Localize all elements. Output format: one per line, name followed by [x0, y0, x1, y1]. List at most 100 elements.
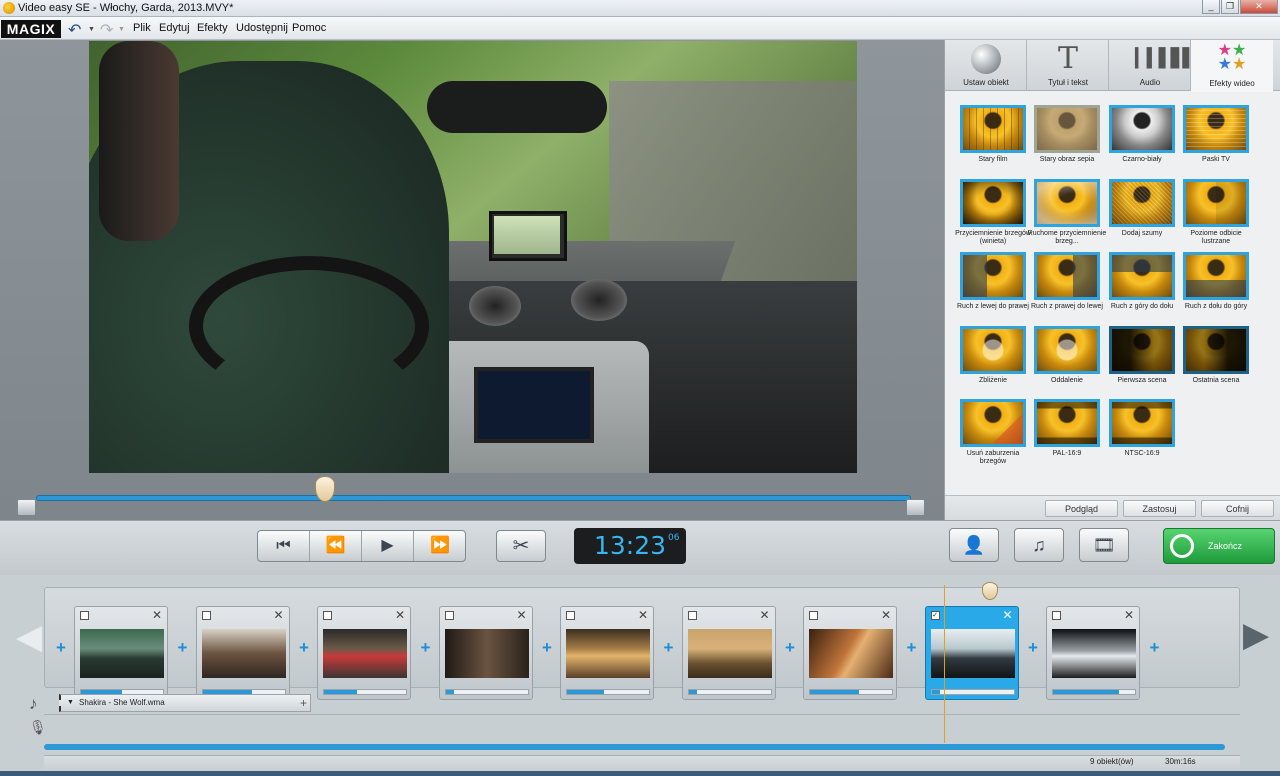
tab-tytul-i-tekst[interactable]: T Tytuł i tekst	[1027, 40, 1109, 91]
tab-ustaw-obiekt[interactable]: Ustaw obiekt	[945, 40, 1027, 91]
clip-checkbox[interactable]	[80, 611, 89, 620]
insert-transition-icon[interactable]: +	[54, 639, 68, 656]
clip-checkbox[interactable]: ✓	[930, 611, 940, 620]
effect-tile[interactable]: Czarno-biały	[1102, 105, 1176, 177]
apply-button[interactable]: Zastosuj	[1123, 500, 1196, 517]
effect-tile[interactable]: PAL-16:9	[1027, 399, 1101, 471]
finish-editing-button[interactable]: Zakończ montaż	[1163, 528, 1275, 585]
clip-thumbnail	[1052, 629, 1136, 678]
clip-delete-icon[interactable]: ✕	[516, 608, 526, 622]
timeline-scrollbar[interactable]	[44, 744, 1225, 750]
insert-transition-icon[interactable]: +	[1148, 639, 1162, 656]
add-photo-button[interactable]: 👤	[949, 528, 999, 562]
redo-icon[interactable]: ↷	[100, 20, 113, 40]
playhead-thumb[interactable]	[982, 582, 998, 600]
clip-checkbox[interactable]	[201, 611, 211, 620]
video-preview[interactable]	[89, 41, 857, 473]
undo-dropdown-icon[interactable]: ▼	[88, 26, 95, 33]
effect-tile[interactable]: Ruch z dołu do góry	[1176, 252, 1250, 324]
fast-forward-button[interactable]: ⏩	[414, 531, 466, 561]
timeline-clip[interactable]: ✕	[681, 606, 776, 700]
effect-tile[interactable]: Poziome odbicie lustrzane	[1176, 179, 1250, 251]
effect-tile[interactable]: Ruchome przyciemnienie brzeg...	[1027, 179, 1106, 251]
effect-tile[interactable]: Zbliżenie	[953, 326, 1027, 398]
timeline-clip[interactable]: ✕	[1046, 606, 1140, 700]
undo-effect-button[interactable]: Cofnij	[1201, 500, 1274, 517]
audio-add-icon[interactable]: +	[300, 695, 307, 711]
stars-icon: ★★ ★★	[1217, 42, 1247, 73]
timeline-clip[interactable]: ✕	[195, 606, 290, 700]
effect-tile[interactable]: Oddalenie	[1027, 326, 1101, 398]
effect-tile[interactable]: Stary film	[953, 105, 1027, 177]
audio-clip[interactable]: ▼ Shakira - She Wolf.wma +	[59, 694, 311, 712]
play-button[interactable]: ▶	[362, 531, 414, 561]
insert-transition-icon[interactable]: +	[662, 639, 676, 656]
insert-transition-icon[interactable]: +	[783, 639, 797, 656]
skip-start-button[interactable]: ⏮	[258, 531, 310, 561]
clip-delete-icon[interactable]: ✕	[152, 608, 162, 622]
clip-checkbox[interactable]	[323, 611, 332, 620]
cut-button[interactable]: ✂	[496, 530, 546, 562]
effect-tile[interactable]: Przyciemnienie brzegów (winieta)	[953, 179, 1031, 251]
voice-track[interactable]	[44, 716, 1240, 743]
clip-checkbox[interactable]	[809, 611, 818, 620]
effect-tile[interactable]: NTSC-16:9	[1102, 399, 1176, 471]
preview-button[interactable]: Podgląd	[1045, 500, 1118, 517]
insert-transition-icon[interactable]: +	[540, 639, 554, 656]
clip-delete-icon[interactable]: ✕	[273, 608, 283, 622]
menu-udostepnij[interactable]: Udostępnij	[236, 22, 288, 34]
add-music-button[interactable]: ♫	[1014, 528, 1064, 562]
effect-tile[interactable]: Dodaj szumy	[1102, 179, 1176, 251]
clip-delete-icon[interactable]: ✕	[759, 608, 769, 622]
close-window-button[interactable]: ✕	[1240, 0, 1278, 14]
effect-tile[interactable]: Pierwsza scena	[1102, 326, 1176, 398]
insert-transition-icon[interactable]: +	[419, 639, 433, 656]
effect-thumbnail	[1109, 326, 1175, 374]
scroll-right-icon[interactable]: ▶	[1243, 615, 1269, 655]
tab-audio[interactable]: ▎▍▌▋▌▍▎ Audio	[1109, 40, 1220, 91]
insert-transition-icon[interactable]: +	[905, 639, 919, 656]
clip-delete-icon[interactable]: ✕	[395, 608, 405, 622]
insert-transition-icon[interactable]: +	[176, 639, 190, 656]
timeline-clip[interactable]: ✕	[74, 606, 168, 700]
effect-tile[interactable]: Ostatnia scena	[1176, 326, 1250, 398]
minimize-button[interactable]: _	[1202, 0, 1220, 14]
redo-dropdown-icon[interactable]: ▼	[118, 26, 125, 33]
rewind-button[interactable]: ⏪	[310, 531, 362, 561]
effect-tile[interactable]: Stary obraz sepia	[1027, 105, 1101, 177]
insert-transition-icon[interactable]: +	[297, 639, 311, 656]
clip-delete-icon[interactable]: ✕	[881, 608, 891, 622]
effect-tile[interactable]: Ruch z lewej do prawej	[953, 252, 1029, 324]
scrub-start-marker[interactable]	[17, 499, 36, 516]
clip-thumbnail	[809, 629, 893, 678]
timeline-clip[interactable]: ✓ ✕	[924, 606, 1019, 700]
scrub-end-marker[interactable]	[906, 499, 925, 516]
menu-efekty[interactable]: Efekty	[197, 22, 228, 34]
effect-tile[interactable]: Usuń zaburzenia brzegów	[953, 399, 1027, 471]
scroll-left-icon[interactable]: ◀	[16, 617, 42, 657]
add-video-button[interactable]: 🎞	[1079, 528, 1129, 562]
preview-scrub-track[interactable]	[36, 495, 911, 501]
clip-delete-icon[interactable]: ✕	[1124, 608, 1134, 622]
timeline-clip[interactable]: ✕	[438, 606, 533, 700]
undo-icon[interactable]: ↶	[68, 20, 81, 40]
clip-checkbox[interactable]	[687, 611, 697, 620]
menu-pomoc[interactable]: Pomoc	[292, 22, 326, 34]
clip-delete-icon[interactable]: ✕	[1002, 608, 1012, 622]
clip-checkbox[interactable]	[566, 611, 575, 620]
menu-plik[interactable]: Plik	[133, 22, 151, 34]
clip-delete-icon[interactable]: ✕	[638, 608, 648, 622]
timeline-clip[interactable]: ✕	[560, 606, 654, 700]
tab-efekty-wideo[interactable]: ★★ ★★ Efekty wideo	[1191, 40, 1273, 92]
effect-tile[interactable]: Ruch z góry do dołu	[1102, 252, 1176, 324]
maximize-button[interactable]: ❐	[1221, 0, 1239, 14]
clip-checkbox[interactable]	[444, 611, 454, 620]
insert-transition-icon[interactable]: +	[1026, 639, 1040, 656]
timeline-clip[interactable]: ✕	[803, 606, 897, 700]
effect-tile[interactable]: Paski TV	[1176, 105, 1250, 177]
audio-clip-caret-icon[interactable]: ▼	[67, 695, 74, 711]
timeline-clip[interactable]: ✕	[317, 606, 411, 700]
effect-tile[interactable]: Ruch z prawej do lewej	[1027, 252, 1103, 324]
clip-checkbox[interactable]	[1052, 611, 1061, 620]
menu-edytuj[interactable]: Edytuj	[159, 22, 190, 34]
